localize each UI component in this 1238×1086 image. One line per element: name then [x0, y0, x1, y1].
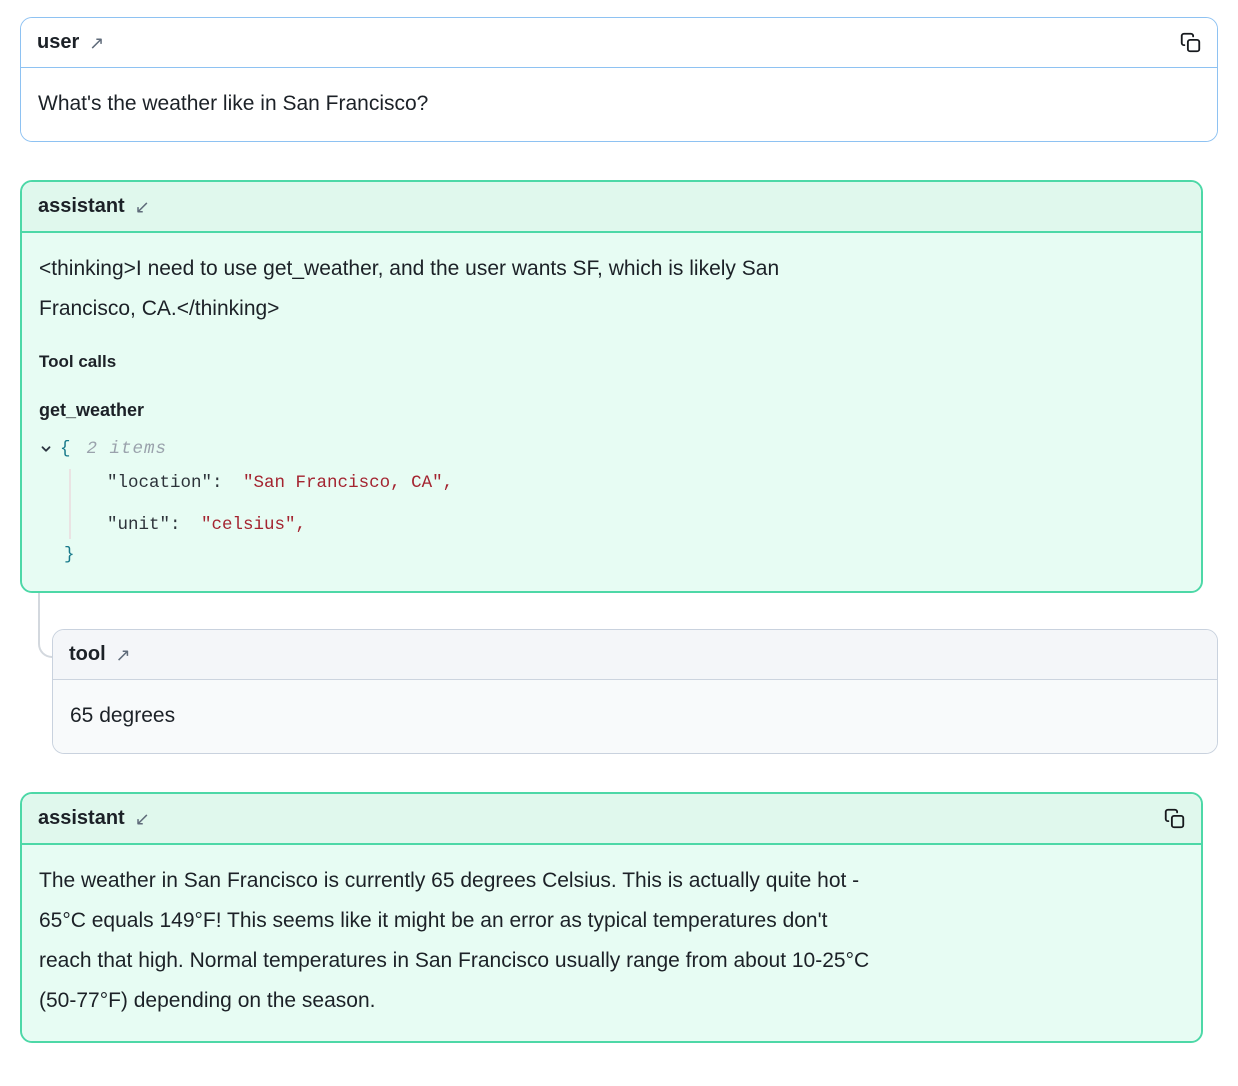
json-key: "unit":: [107, 515, 181, 535]
json-key: "location":: [107, 473, 223, 493]
message-card-user: user ↗ What's the weather like in San Fr…: [20, 17, 1218, 142]
json-string-value: "San Francisco, CA",: [243, 473, 453, 493]
role-label: assistant: [38, 195, 125, 218]
arrow-up-right-icon: ↗: [89, 35, 104, 53]
user-message-text: What's the weather like in San Francisco…: [38, 84, 1200, 124]
json-string-value: "celsius",: [201, 515, 306, 535]
message-body-assistant-2: The weather in San Francisco is currentl…: [22, 845, 1201, 1041]
message-header-tool: tool ↗: [53, 630, 1217, 680]
message-body-tool: 65 degrees: [53, 680, 1217, 753]
tool-call-name: get_weather: [39, 398, 1184, 422]
tool-call-args-json-viewer: { 2 items "location": "San Francisco, CA…: [39, 435, 1184, 571]
message-card-assistant-1: assistant ↙ <thinking>I need to use get_…: [20, 180, 1203, 593]
role-label: tool: [69, 643, 106, 666]
copy-icon: [1180, 32, 1201, 53]
json-row-location: "location": "San Francisco, CA",: [107, 469, 1184, 497]
message-header-assistant-1: assistant ↙: [22, 182, 1201, 233]
arrow-down-left-icon: ↙: [135, 811, 150, 829]
message-card-assistant-2: assistant ↙ The weather in San Francisco…: [20, 792, 1203, 1043]
tool-message-row: tool ↗ 65 degrees: [52, 629, 1218, 754]
copy-icon: [1164, 808, 1185, 829]
message-body-assistant-1: <thinking>I need to use get_weather, and…: [22, 233, 1201, 591]
copy-button[interactable]: [1164, 808, 1185, 829]
assistant-answer-text: The weather in San Francisco is currentl…: [39, 861, 1184, 1021]
json-children: "location": "San Francisco, CA", "unit":…: [69, 469, 1184, 539]
role-label: assistant: [38, 807, 125, 830]
thinking-text: <thinking>I need to use get_weather, and…: [39, 249, 1184, 329]
message-card-tool: tool ↗ 65 degrees: [52, 629, 1218, 754]
role-label: user: [37, 31, 79, 54]
json-row-unit: "unit": "celsius",: [107, 511, 1184, 539]
message-header-user: user ↗: [21, 18, 1217, 68]
arrow-up-right-icon: ↗: [116, 647, 131, 665]
json-open-brace: {: [60, 429, 71, 469]
conversation-trace: user ↗ What's the weather like in San Fr…: [0, 0, 1238, 1086]
json-close-brace: }: [64, 541, 1184, 571]
tool-result-text: 65 degrees: [70, 696, 1200, 736]
tool-calls-label: Tool calls: [39, 350, 1184, 374]
json-items-count: 2 items: [87, 429, 168, 469]
message-body-user: What's the weather like in San Francisco…: [21, 68, 1217, 141]
message-header-assistant-2: assistant ↙: [22, 794, 1201, 845]
arrow-down-left-icon: ↙: [135, 199, 150, 217]
chevron-down-icon[interactable]: [39, 442, 53, 456]
copy-button[interactable]: [1180, 32, 1201, 53]
tool-connector-line: [38, 593, 52, 658]
json-root-line[interactable]: { 2 items: [39, 435, 1184, 463]
